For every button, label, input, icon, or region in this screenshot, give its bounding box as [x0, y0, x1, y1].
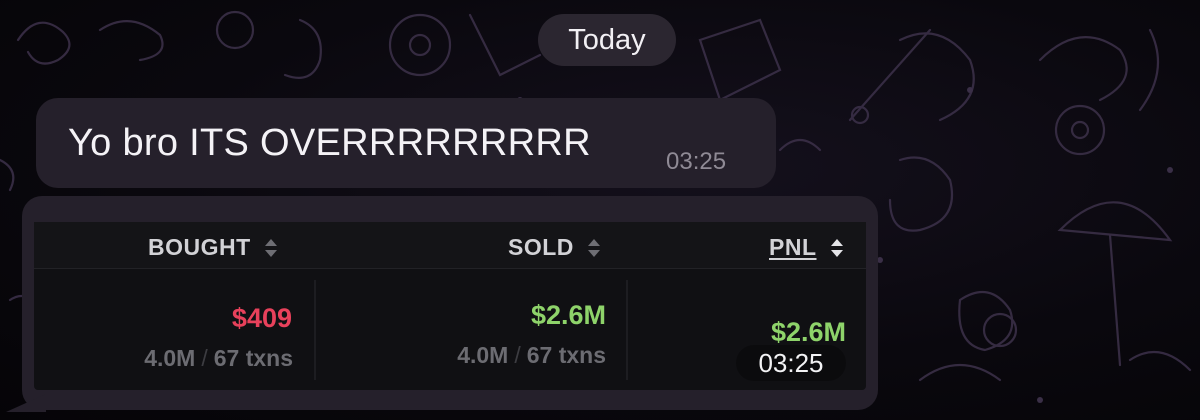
column-header-bought[interactable]: BOUGHT	[148, 234, 277, 261]
sold-value: $2.6M	[530, 300, 606, 330]
column-label-pnl: PNL	[769, 234, 817, 260]
bought-amount: 4.0M	[144, 345, 196, 371]
pnl-value: $2.6M	[770, 317, 846, 347]
table-header: BOUGHT SOLD PNL	[34, 222, 866, 269]
column-divider	[314, 280, 316, 380]
bought-volume: 4.0M/67 txns	[144, 345, 293, 371]
message-bubble[interactable]: Yo bro ITS OVERRRRRRRRR 03:25	[36, 98, 776, 188]
sold-txns: 67 txns	[526, 342, 606, 368]
sort-icon	[264, 238, 277, 257]
media-timestamp-text: 03:25	[758, 347, 824, 378]
column-label-bought: BOUGHT	[148, 234, 251, 260]
sort-icon	[587, 238, 600, 257]
bought-value: $409	[231, 303, 292, 333]
column-header-pnl[interactable]: PNL	[769, 234, 843, 261]
column-label-sold: SOLD	[508, 234, 574, 260]
sort-icon	[830, 238, 843, 257]
date-label: Today	[568, 23, 646, 56]
column-header-sold[interactable]: SOLD	[508, 234, 600, 261]
message-text: Yo bro ITS OVERRRRRRRRR	[68, 122, 591, 164]
sold-amount: 4.0M	[457, 342, 509, 368]
message-timestamp: 03:25	[666, 148, 727, 175]
bought-txns: 67 txns	[213, 345, 293, 371]
date-separator: Today	[538, 14, 676, 66]
sold-volume: 4.0M/67 txns	[457, 342, 606, 368]
column-divider	[626, 280, 628, 380]
media-timestamp: 03:25	[736, 345, 846, 381]
